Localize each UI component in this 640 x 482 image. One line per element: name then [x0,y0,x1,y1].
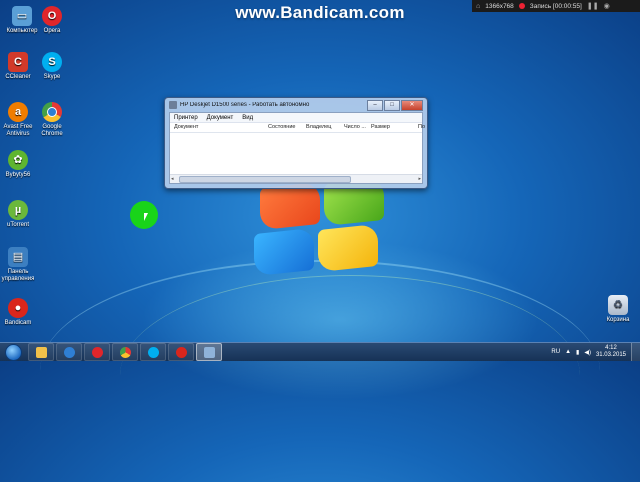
ccleaner-icon: C [8,52,28,72]
desktop-icon-recycle-bin[interactable]: ♻ Корзина [600,295,636,324]
recycle-bin-icon: ♻ [608,295,628,315]
recording-status: Запись [00:00:55] [529,2,582,10]
desktop-icon-avast[interactable]: a Avast Free Antivirus [0,102,36,138]
desktop-icon-bandicam[interactable]: ● Bandicam [0,298,36,327]
clock-time: 4:12 [605,345,617,351]
wallpaper-arc [120,275,580,476]
taskbar: RU ▲ ▮ ◀) 4:12 31.03.2015 [0,342,640,361]
bandicam-icon: ● [8,298,28,318]
windows-orb-icon [4,343,22,361]
computer-icon: ▭ [12,6,32,26]
scroll-thumb[interactable] [179,176,351,183]
bandicam-icon [175,346,187,358]
taskbar-chrome[interactable] [112,343,138,361]
col-document[interactable]: Документ [174,124,198,130]
logo-yellow-pane [318,223,378,273]
bybyty-icon: ✿ [8,150,28,170]
taskbar-explorer[interactable] [28,343,54,361]
window-client-area: Принтер Документ Вид Документ Состояние … [169,112,425,184]
mouse-cursor-icon [144,213,148,221]
desktop-icon-ccleaner[interactable]: C CCleaner [0,52,36,81]
camera-icon[interactable]: ◉ [604,2,610,10]
col-pages[interactable]: Число ... [344,124,366,130]
maximize-button[interactable]: □ [384,99,400,111]
skype-icon: S [42,52,62,72]
menu-document[interactable]: Документ [207,115,234,121]
printer-icon [169,101,177,109]
avast-icon: a [8,102,28,122]
column-header-row: Документ Состояние Владелец Число ... Ра… [170,123,425,133]
show-desktop-button[interactable] [631,343,640,361]
scroll-left-icon[interactable]: ◂ [171,176,174,182]
desktop-icon-bybyty[interactable]: ✿ Bybyty56 [0,150,36,179]
pause-icon[interactable]: ❚❚ [587,2,599,10]
explorer-icon [35,346,47,358]
col-submitted[interactable]: По [418,124,425,130]
taskbar-opera[interactable] [84,343,110,361]
menu-bar: Принтер Документ Вид [170,113,422,123]
taskbar-bandicam[interactable] [168,343,194,361]
chrome-icon [42,102,62,122]
taskbar-devices-printers[interactable] [196,343,222,361]
resolution-label: 1366x768 [485,2,514,10]
scroll-right-icon[interactable]: ▸ [418,176,421,182]
logo-red-pane [260,181,320,231]
control-panel-icon: ▤ [8,247,28,267]
volume-icon[interactable]: ◀) [584,349,591,356]
bandicam-recording-bar[interactable]: ⌂ 1366x768 Запись [00:00:55] ❚❚ ◉ [472,0,640,12]
window-titlebar[interactable]: HP Deskjet D1500 series - Работать автон… [165,98,427,112]
menu-view[interactable]: Вид [242,115,253,121]
desktop-icon-chrome[interactable]: Google Chrome [34,102,70,138]
tray-expand-icon[interactable]: ▲ [565,349,571,355]
devices-printers-icon [203,346,215,358]
clock-date: 31.03.2015 [595,352,626,358]
skype-icon [147,346,159,358]
media-player-icon [63,346,75,358]
window-title: HP Deskjet D1500 series - Работать автон… [180,102,310,108]
start-button[interactable] [0,343,26,361]
system-tray: RU ▲ ▮ ◀) 4:12 31.03.2015 [551,343,626,361]
col-owner[interactable]: Владелец [306,124,331,130]
printer-queue-window[interactable]: HP Deskjet D1500 series - Работать автон… [164,97,428,189]
desktop-icon-opera[interactable]: O Opera [34,6,70,35]
clock[interactable]: 4:12 31.03.2015 [596,345,626,359]
windows-logo [250,177,390,280]
home-icon[interactable]: ⌂ [476,3,480,10]
taskbar-skype[interactable] [140,343,166,361]
desktop-icon-control-panel[interactable]: ▤ Панель управления [0,247,36,283]
chrome-icon [119,346,131,358]
horizontal-scrollbar[interactable]: ◂ ▸ [170,174,422,183]
minimize-button[interactable]: – [367,99,383,111]
menu-printer[interactable]: Принтер [174,115,198,121]
col-status[interactable]: Состояние [268,124,295,130]
desktop-icon-utorrent[interactable]: µ uTorrent [0,200,36,229]
taskbar-media-player[interactable] [56,343,82,361]
col-size[interactable]: Размер [371,124,390,130]
logo-blue-pane [254,227,314,277]
language-indicator[interactable]: RU [551,349,560,355]
utorrent-icon: µ [8,200,28,220]
opera-icon: O [42,6,62,26]
desktop-icon-skype[interactable]: S Skype [34,52,70,81]
network-icon[interactable]: ▮ [576,349,579,356]
record-icon [518,3,525,9]
close-button[interactable]: ✕ [401,99,423,111]
opera-icon [91,346,103,358]
